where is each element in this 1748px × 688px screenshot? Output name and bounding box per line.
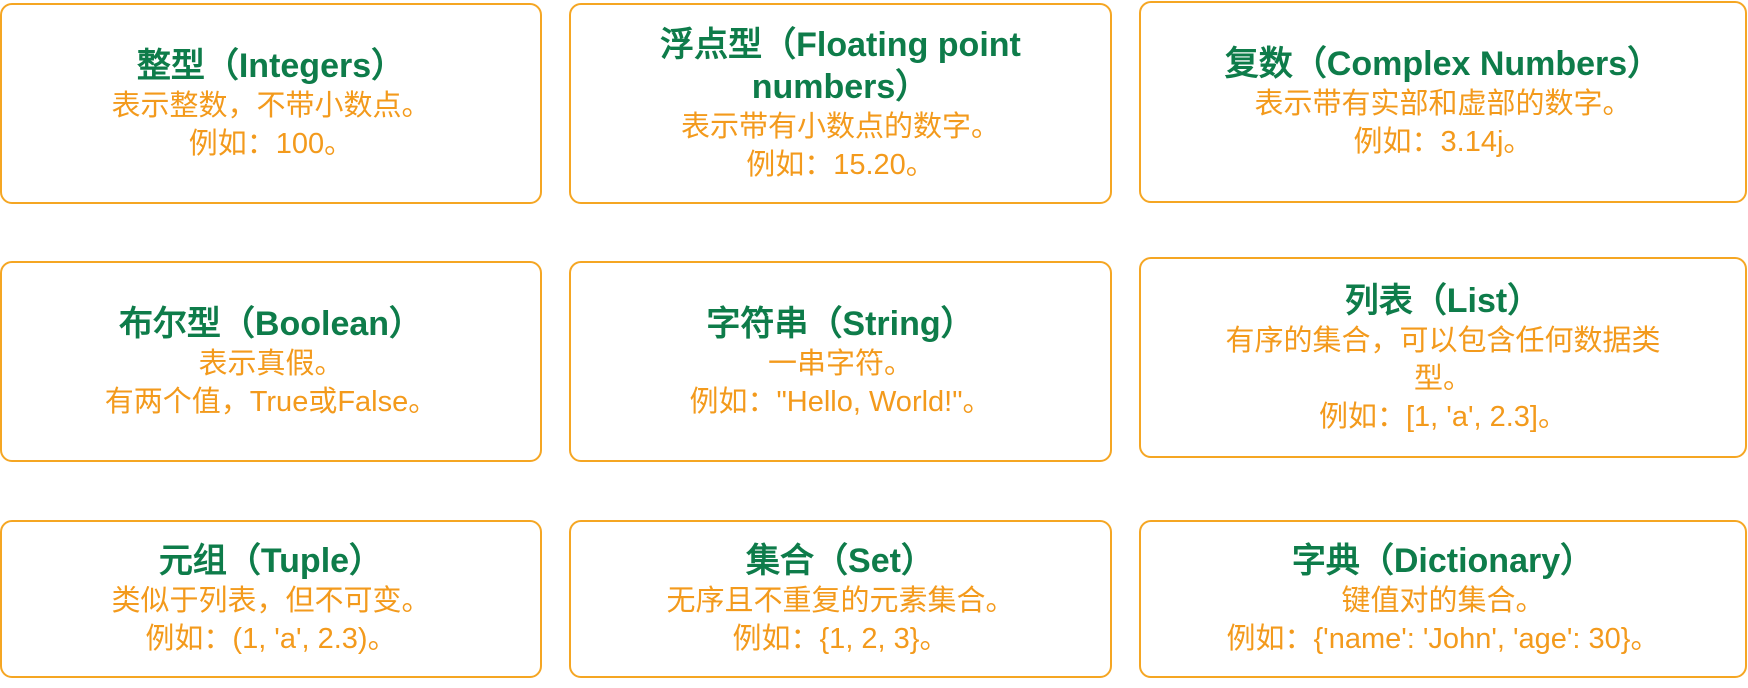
card-description: 无序且不重复的元素集合。 [666, 585, 1015, 617]
card-description: 表示整数，不带小数点。 [111, 89, 431, 122]
card-title: 字典（Dictionary） [1291, 542, 1595, 580]
card-example: 例如：{'name': 'John', 'age': 30}。 [1226, 623, 1660, 655]
card-title: 整型（Integers） [136, 46, 406, 85]
card-example: 例如：100。 [188, 127, 354, 160]
card-example: 例如：(1, 'a', 2.3)。 [145, 623, 397, 655]
card-title: 复数（Complex Numbers） [1224, 45, 1662, 83]
card-example: 例如：3.14j。 [1353, 126, 1533, 158]
card-integers: 整型（Integers） 表示整数，不带小数点。 例如：100。 [0, 3, 542, 204]
card-title: 字符串（String） [706, 304, 975, 343]
card-description: 表示真假。 [198, 347, 344, 380]
card-boolean: 布尔型（Boolean） 表示真假。 有两个值，True或False。 [0, 261, 542, 462]
card-tuple: 元组（Tuple） 类似于列表，但不可变。 例如：(1, 'a', 2.3)。 [0, 520, 542, 678]
card-string: 字符串（String） 一串字符。 例如："Hello, World!"。 [569, 261, 1112, 462]
card-title: 浮点型（Floating point numbers） [660, 25, 1021, 106]
card-complex-numbers: 复数（Complex Numbers） 表示带有实部和虚部的数字。 例如：3.1… [1139, 1, 1747, 203]
card-dictionary: 字典（Dictionary） 键值对的集合。 例如：{'name': 'John… [1139, 520, 1747, 678]
card-example: 例如：15.20。 [746, 148, 935, 181]
card-example: 有两个值，True或False。 [104, 385, 438, 418]
card-description: 有序的集合，可以包含任何数据类型。 [1225, 324, 1661, 395]
card-description: 键值对的集合。 [1341, 585, 1545, 617]
card-title: 集合（Set） [746, 542, 935, 580]
card-description: 一串字符。 [767, 347, 913, 380]
card-description: 类似于列表，但不可变。 [111, 585, 431, 617]
card-example: 例如："Hello, World!"。 [689, 385, 992, 418]
card-example: 例如：[1, 'a', 2.3]。 [1319, 400, 1567, 433]
card-list: 列表（List） 有序的集合，可以包含任何数据类型。 例如：[1, 'a', 2… [1139, 257, 1747, 458]
card-example: 例如：{1, 2, 3}。 [732, 623, 949, 655]
card-title: 布尔型（Boolean） [118, 304, 424, 343]
card-description: 表示带有实部和虚部的数字。 [1254, 88, 1632, 120]
card-title: 元组（Tuple） [158, 542, 384, 580]
card-floating-point: 浮点型（Floating point numbers） 表示带有小数点的数字。 … [569, 3, 1112, 204]
card-title: 列表（List） [1344, 281, 1542, 320]
card-set: 集合（Set） 无序且不重复的元素集合。 例如：{1, 2, 3}。 [569, 520, 1112, 678]
card-description: 表示带有小数点的数字。 [680, 110, 1000, 143]
